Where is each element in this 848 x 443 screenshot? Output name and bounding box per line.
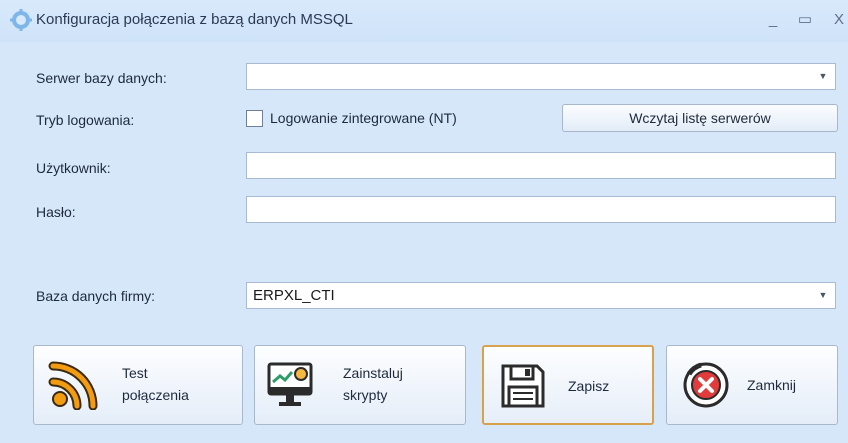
save-label: Zapisz xyxy=(568,378,610,394)
load-servers-button[interactable]: Wczytaj listę serwerów xyxy=(562,104,838,132)
password-label: Hasło: xyxy=(36,204,76,220)
title-bar: Konfiguracja połączenia z bazą danych MS… xyxy=(0,0,848,42)
install-scripts-button[interactable]: Zainstaluj skrypty xyxy=(254,345,466,425)
rss-icon xyxy=(48,361,98,410)
window-title: Konfiguracja połączenia z bazą danych MS… xyxy=(36,11,353,28)
server-combobox[interactable]: ▼ xyxy=(246,63,836,90)
app-gear-icon xyxy=(10,9,32,31)
install-line2: skrypty xyxy=(343,387,388,403)
minimize-button[interactable]: _ xyxy=(760,8,786,32)
monitor-chart-icon xyxy=(267,362,313,406)
company-db-label: Baza danych firmy: xyxy=(36,288,156,304)
user-label: Użytkownik: xyxy=(36,160,111,176)
test-line1: Test xyxy=(122,365,148,381)
dialog-window: Konfiguracja połączenia z bazą danych MS… xyxy=(0,0,848,443)
password-field[interactable] xyxy=(246,196,836,223)
company-db-combobox[interactable]: ERPXL_CTI ▼ xyxy=(246,282,836,309)
chevron-down-icon[interactable]: ▼ xyxy=(811,64,835,89)
close-circle-icon xyxy=(683,362,729,408)
test-connection-button[interactable]: Test połączenia xyxy=(33,345,243,425)
close-window-button[interactable]: X xyxy=(826,8,848,32)
test-line2: połączenia xyxy=(122,387,189,403)
login-mode-label: Tryb logowania: xyxy=(36,112,135,128)
integrated-login-label[interactable]: Logowanie zintegrowane (NT) xyxy=(270,110,457,126)
server-label: Serwer bazy danych: xyxy=(36,70,167,86)
close-button[interactable]: Zamknij xyxy=(666,345,838,425)
user-field[interactable] xyxy=(246,152,836,179)
install-line1: Zainstaluj xyxy=(343,365,403,381)
save-button[interactable]: Zapisz xyxy=(482,345,654,425)
close-label: Zamknij xyxy=(747,377,797,393)
maximize-button[interactable]: ▭ xyxy=(792,8,818,32)
floppy-disk-icon xyxy=(501,364,545,408)
chevron-down-icon[interactable]: ▼ xyxy=(811,283,835,308)
company-db-value: ERPXL_CTI xyxy=(253,287,335,304)
integrated-login-checkbox[interactable] xyxy=(246,110,263,127)
